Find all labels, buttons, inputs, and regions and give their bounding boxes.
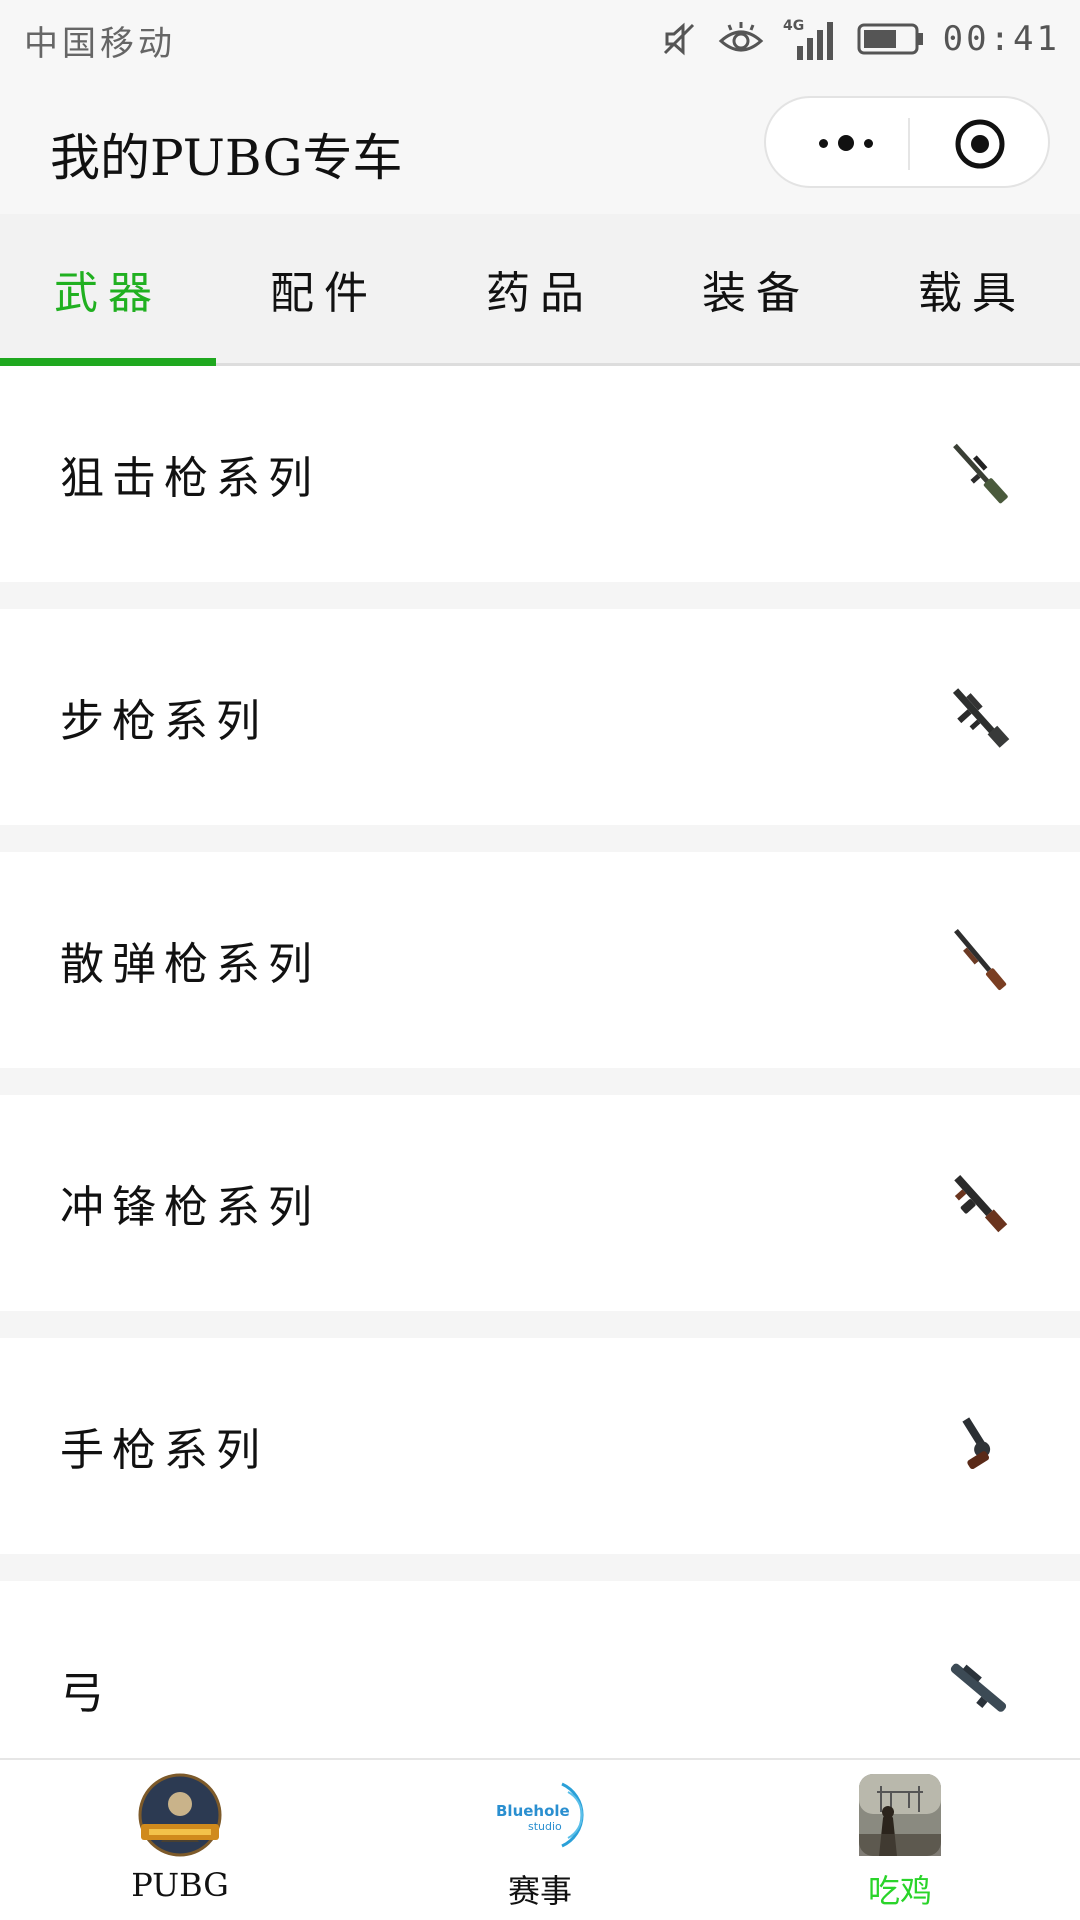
smg-icon (954, 1175, 1008, 1233)
crossbow-icon (950, 1663, 1007, 1712)
shotgun-icon (954, 928, 1007, 990)
bluehole-logo-subtext: studio (528, 1820, 562, 1833)
pistol-icon (962, 1417, 991, 1470)
list-item-label: 冲锋枪系列 (60, 1182, 320, 1233)
nav-label: PUBG (131, 1866, 229, 1904)
dot-icon (864, 138, 873, 148)
list-item-label: 弓 (60, 1668, 112, 1719)
tab-weapons[interactable]: 武器 (0, 214, 216, 366)
nav-label: 赛事 (507, 1872, 572, 1910)
chicken-dinner-icon (859, 1774, 941, 1856)
list-item-sniper[interactable]: 狙击枪系列 (0, 366, 1080, 582)
title-bar: 我的PUBG专车 (0, 78, 1080, 214)
battery-icon (857, 23, 923, 55)
list-item-label: 散弹枪系列 (60, 939, 320, 990)
bottom-navigation: PUBG Bluehole studio 赛事 吃鸡 (0, 1758, 1080, 1920)
category-tabs: 武器 配件 药品 装备 载具 (0, 214, 1080, 366)
nav-item-pubg[interactable]: PUBG (0, 1760, 360, 1920)
list-item-label: 狙击枪系列 (60, 453, 320, 504)
dot-icon (819, 138, 828, 148)
carrier-name: 中国移动 (24, 24, 176, 64)
list-item-pistol[interactable]: 手枪系列 (0, 1338, 1080, 1554)
tab-equipment[interactable]: 装备 (648, 214, 864, 363)
tab-vehicles[interactable]: 载具 (864, 214, 1080, 363)
more-menu-button[interactable] (806, 128, 886, 158)
bluehole-logo-text: Bluehole (496, 1802, 570, 1820)
network-type: 4G (783, 18, 804, 34)
dot-icon (838, 135, 854, 151)
weapon-category-list: 狙击枪系列 步枪系列 散弹枪系列 冲锋枪系列 手枪系列 弓 (0, 366, 1080, 1824)
tab-medicine[interactable]: 药品 (432, 214, 648, 363)
status-icons: 4G 00:41 (659, 12, 1060, 66)
status-time: 00:41 (942, 19, 1060, 59)
list-item-smg[interactable]: 冲锋枪系列 (0, 1095, 1080, 1311)
page-title: 我的PUBG专车 (50, 129, 403, 187)
nav-item-events[interactable]: Bluehole studio 赛事 (360, 1760, 720, 1920)
list-item-label: 手枪系列 (60, 1425, 268, 1476)
list-item-assault-rifle[interactable]: 步枪系列 (0, 609, 1080, 825)
list-item-label: 步枪系列 (60, 696, 268, 747)
assault-rifle-icon (952, 688, 1010, 748)
list-item-shotgun[interactable]: 散弹枪系列 (0, 852, 1080, 1068)
miniprogram-capsule (764, 96, 1050, 188)
tab-attachments[interactable]: 配件 (216, 214, 432, 363)
sniper-rifle-icon (953, 443, 1008, 504)
close-miniprogram-button[interactable] (952, 116, 1008, 172)
capsule-divider (908, 118, 910, 170)
mute-icon (663, 22, 694, 56)
pubg-logo-icon (138, 1773, 222, 1857)
eye-care-icon (718, 22, 763, 52)
bluehole-logo-icon: Bluehole studio (496, 1782, 584, 1848)
nav-item-chicken-dinner[interactable]: 吃鸡 (720, 1760, 1080, 1920)
signal-4g-icon: 4G (783, 18, 833, 60)
nav-label: 吃鸡 (867, 1872, 932, 1910)
status-bar: 中国移动 4G 00:41 (0, 0, 1080, 78)
